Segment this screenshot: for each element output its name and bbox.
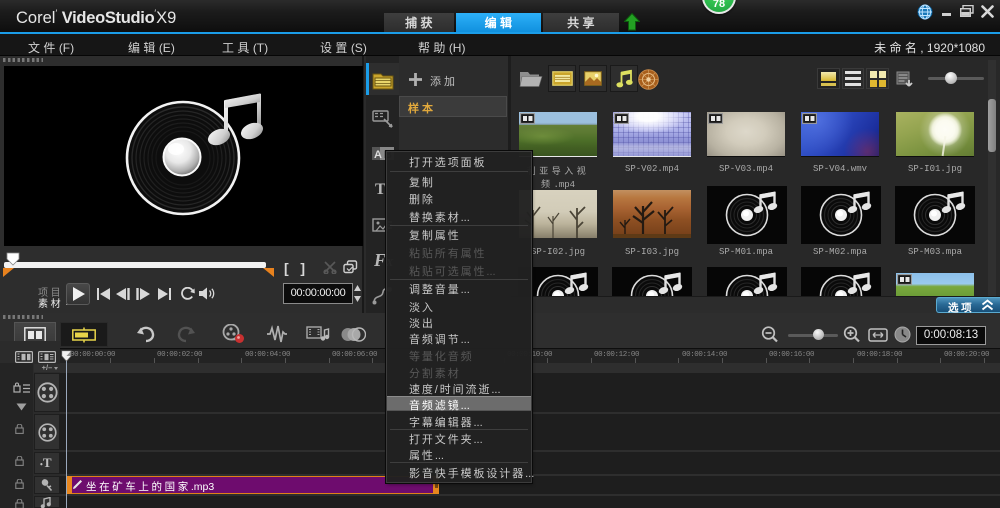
- svg-text:A: A: [374, 149, 382, 161]
